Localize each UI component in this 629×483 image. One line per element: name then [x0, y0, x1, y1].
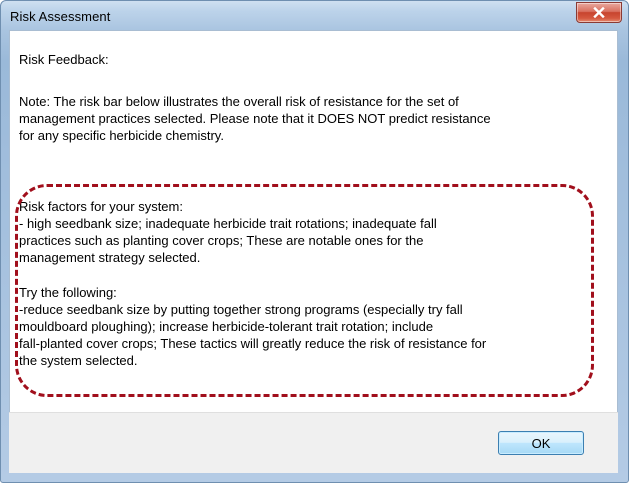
risk-factors-line: - high seedbank size; inadequate herbici…: [19, 216, 437, 231]
try-following-line: -reduce seedbank size by putting togethe…: [19, 302, 463, 317]
title-bar[interactable]: Risk Assessment: [1, 1, 628, 31]
risk-factors-text: - high seedbank size; inadequate herbici…: [19, 215, 579, 266]
try-following-line: fall-planted cover crops; These tactics …: [19, 336, 487, 351]
note-line: management practices selected. Please no…: [19, 111, 491, 126]
note-line: Note: The risk bar below illustrates the…: [19, 94, 459, 109]
try-following-line: the system selected.: [19, 353, 138, 368]
close-button[interactable]: [576, 2, 622, 23]
risk-feedback-heading: Risk Feedback:: [19, 52, 109, 67]
try-following-line: mouldboard ploughing); increase herbicid…: [19, 319, 434, 334]
close-icon: [593, 7, 605, 18]
risk-factors-line: practices such as planting cover crops; …: [19, 233, 424, 248]
risk-factors-line: management strategy selected.: [19, 250, 201, 265]
window-title: Risk Assessment: [10, 9, 111, 24]
note-text: Note: The risk bar below illustrates the…: [19, 93, 579, 144]
ok-button[interactable]: OK: [498, 431, 584, 455]
note-line: for any specific herbicide chemistry.: [19, 128, 224, 143]
try-following-text: -reduce seedbank size by putting togethe…: [19, 301, 579, 369]
risk-factors-title: Risk factors for your system:: [19, 199, 183, 214]
try-following-title: Try the following:: [19, 285, 117, 300]
